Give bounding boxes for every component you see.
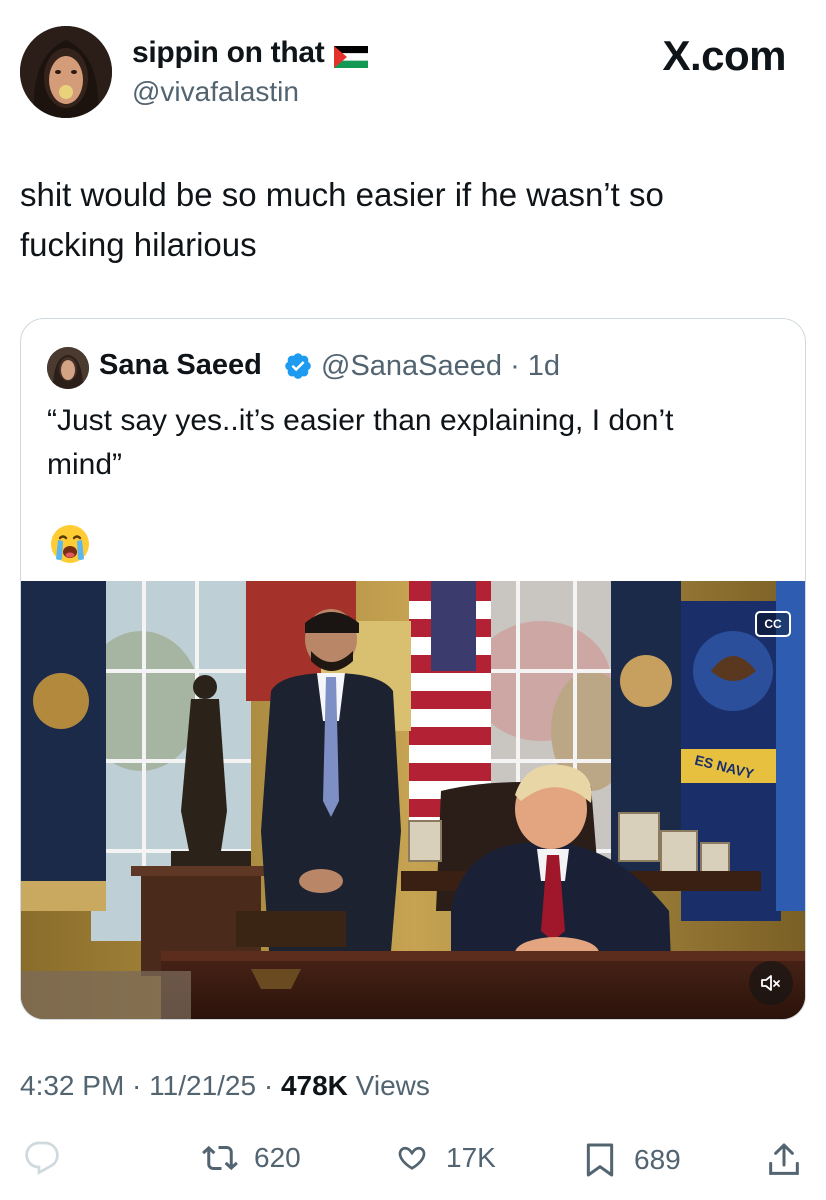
tweet-text-line: fucking hilarious xyxy=(20,226,257,263)
mute-button[interactable] xyxy=(749,961,793,1005)
author-name[interactable]: sippin on that xyxy=(132,36,369,70)
site-logo: X.com xyxy=(662,32,786,80)
repost-count: 620 xyxy=(254,1142,301,1173)
site-logo-text: X.com xyxy=(662,32,786,79)
verified-badge-icon xyxy=(283,351,313,381)
heart-icon xyxy=(398,1146,426,1170)
palestine-flag-icon xyxy=(334,42,369,68)
quoted-tweet-text: “Just say yes..it’s easier than explaini… xyxy=(47,399,787,487)
share-button[interactable] xyxy=(764,1140,804,1180)
tweet-timestamp[interactable]: 4:32 PM · 11/21/25 · xyxy=(20,1070,281,1101)
views-count: 478K xyxy=(280,1070,348,1101)
closed-captions-button[interactable]: CC xyxy=(755,611,791,637)
speaker-muted-icon xyxy=(761,975,780,991)
author-display-name: sippin on that xyxy=(132,36,325,69)
quoted-tweet-video[interactable]: ES NAVY CC xyxy=(21,581,805,1019)
repost-button[interactable]: 620 xyxy=(200,1140,301,1176)
tweet-text: shit would be so much easier if he wasn’… xyxy=(20,170,810,270)
quoted-text-line: mind” xyxy=(47,448,123,481)
views-label: Views xyxy=(347,1070,430,1101)
quoted-tweet-card[interactable]: Sana Saeed @SanaSaeed · 1d “Just say yes… xyxy=(20,318,806,1020)
bookmark-button[interactable]: 689 xyxy=(580,1140,681,1180)
author-handle[interactable]: @vivafalastin xyxy=(132,76,299,108)
quoted-author-handle-time[interactable]: @SanaSaeed · 1d xyxy=(321,350,560,383)
quoted-text-line: “Just say yes..it’s easier than explaini… xyxy=(47,404,674,437)
reply-icon xyxy=(25,1141,59,1175)
author-avatar[interactable] xyxy=(20,26,112,118)
like-button[interactable]: 17K xyxy=(392,1140,496,1176)
bookmark-icon xyxy=(586,1143,614,1177)
cc-label: CC xyxy=(764,617,782,631)
reply-button[interactable] xyxy=(22,1140,62,1176)
share-icon xyxy=(769,1143,799,1175)
tweet-text-line: shit would be so much easier if he wasn’… xyxy=(20,176,664,213)
oval-office-scene: ES NAVY xyxy=(21,581,805,1019)
repost-icon xyxy=(202,1145,238,1171)
loudly-crying-face-icon xyxy=(49,523,91,565)
like-count: 17K xyxy=(446,1142,496,1173)
quoted-author-avatar[interactable] xyxy=(47,347,89,389)
tweet-meta: 4:32 PM · 11/21/25 · 478K Views xyxy=(20,1070,430,1102)
bookmark-count: 689 xyxy=(634,1144,681,1175)
quoted-author-name[interactable]: Sana Saeed xyxy=(99,349,262,382)
